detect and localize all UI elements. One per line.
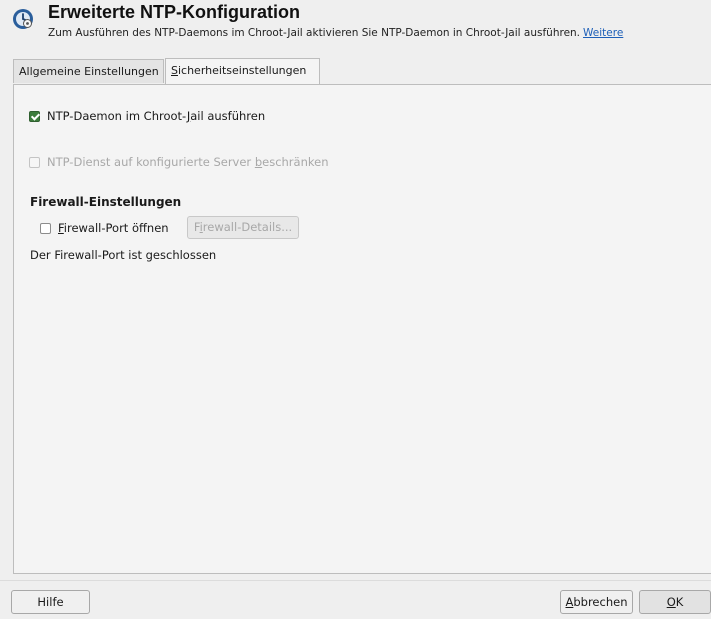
restrict-label-post: eschränken: [262, 155, 329, 169]
help-button[interactable]: Hilfe: [11, 590, 90, 614]
tab-security-settings[interactable]: Sicherheitseinstellungen: [165, 58, 320, 84]
tab-security-mnemonic: S: [171, 64, 178, 77]
restrict-servers-checkbox-row: NTP-Dienst auf konfigurierte Server besc…: [29, 155, 328, 169]
firewall-port-status: Der Firewall-Port ist geschlossen: [30, 248, 217, 262]
tab-general-label: Allgemeine Einstellungen: [19, 65, 159, 78]
open-port-label-post: irewall-Port öffnen: [63, 221, 169, 235]
open-firewall-port-label: Firewall-Port öffnen: [58, 221, 169, 235]
footer-divider: [0, 580, 711, 581]
chroot-jail-label: NTP-Daemon im Chroot-Jail ausführen: [47, 109, 265, 123]
chroot-jail-label-pre: NTP-Daemon im Chroot-: [47, 109, 187, 123]
page-title: Erweiterte NTP-Konfiguration: [48, 2, 301, 22]
subtitle-text: Zum Ausführen des NTP-Daemons im Chroot-…: [48, 27, 581, 39]
chroot-jail-checkbox-row[interactable]: NTP-Daemon im Chroot-Jail ausführen: [29, 109, 265, 123]
open-firewall-port-checkbox[interactable]: [40, 222, 51, 234]
fw-details-post: rewall-Details...: [202, 220, 293, 234]
firewall-section-heading: Firewall-Einstellungen: [30, 195, 182, 209]
cancel-label-post: bbrechen: [573, 595, 628, 609]
page-subtitle: Zum Ausführen des NTP-Daemons im Chroot-…: [48, 27, 623, 39]
ok-button[interactable]: OK: [639, 590, 711, 614]
open-firewall-port-row[interactable]: Firewall-Port öffnen: [40, 221, 169, 235]
ok-mnemonic: O: [666, 595, 676, 609]
restrict-servers-checkbox: [29, 156, 40, 168]
chroot-jail-checkbox[interactable]: [29, 110, 40, 122]
chroot-jail-label-post: ail ausführen: [190, 109, 266, 123]
restrict-servers-label: NTP-Dienst auf konfigurierte Server besc…: [47, 155, 328, 169]
firewall-details-button: Firewall-Details...: [187, 216, 299, 239]
restrict-label-pre: NTP-Dienst auf konfigurierte Server: [47, 155, 255, 169]
cancel-button[interactable]: Abbrechen: [560, 590, 633, 614]
tab-general-settings[interactable]: Allgemeine Einstellungen: [13, 59, 164, 83]
tab-security-label: icherheitseinstellungen: [177, 64, 307, 77]
ntp-clock-icon: [13, 9, 33, 29]
dialog-header: Erweiterte NTP-Konfiguration Zum Ausführ…: [0, 0, 711, 44]
more-link[interactable]: Weitere: [583, 27, 623, 39]
ok-label-post: K: [675, 595, 684, 609]
